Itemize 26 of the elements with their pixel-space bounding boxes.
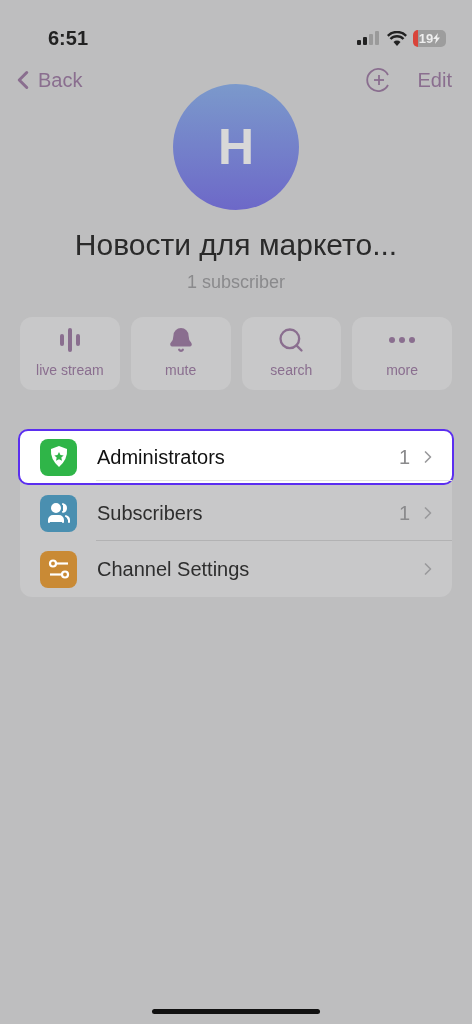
bolt-icon: [433, 32, 441, 44]
search-icon: [277, 326, 306, 354]
back-button[interactable]: Back: [8, 65, 83, 95]
action-button[interactable]: live stream: [20, 317, 120, 390]
wifi-icon: [387, 30, 407, 46]
menu-count: 1: [398, 445, 410, 470]
menu-count: 1: [398, 501, 410, 526]
signal-icon: [357, 31, 381, 45]
menu-row[interactable]: Channel Settings: [20, 541, 452, 597]
menu-label: Channel Settings: [97, 557, 251, 582]
sound-bars-icon: [58, 327, 81, 353]
channel-title: Новости для маркето...: [74, 227, 398, 263]
menu-label: Administrators: [97, 445, 226, 470]
edit-button[interactable]: Edit: [417, 65, 452, 95]
action-button[interactable]: more: [352, 317, 452, 390]
action-button[interactable]: mute: [130, 317, 231, 390]
menu-row[interactable]: Subscribers 1: [20, 485, 452, 541]
menu-label: Subscribers: [97, 501, 204, 526]
battery-icon: 19: [413, 29, 446, 47]
bell-icon: [167, 327, 194, 353]
menu-row[interactable]: Administrators 1: [18, 429, 454, 485]
action-button[interactable]: search: [241, 317, 342, 390]
more-icon: [389, 337, 416, 343]
time: 6:51: [48, 26, 89, 51]
channel-avatar: H: [173, 84, 299, 210]
add-circle-icon[interactable]: [365, 67, 392, 93]
